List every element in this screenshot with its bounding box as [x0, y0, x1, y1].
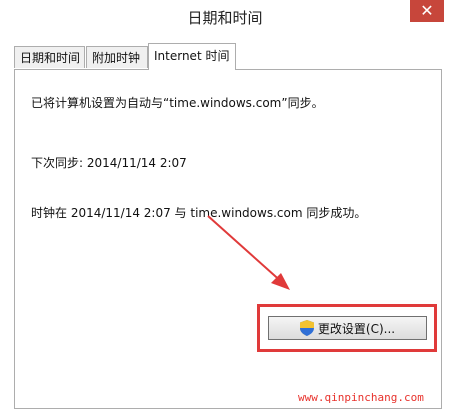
- tab-additional-clocks[interactable]: 附加时钟: [86, 46, 148, 68]
- sync-status-text: 已将计算机设置为自动与“time.windows.com”同步。: [31, 96, 324, 110]
- date-time-dialog: 日期和时间 ✕ 日期和时间 附加时钟 Internet 时间 已将计算机设置为自…: [0, 0, 450, 417]
- internet-time-panel: 已将计算机设置为自动与“time.windows.com”同步。 下次同步: 2…: [14, 69, 442, 409]
- window-title: 日期和时间: [187, 9, 263, 27]
- close-button[interactable]: ✕: [410, 0, 444, 22]
- change-settings-button[interactable]: 更改设置(C)...: [268, 316, 427, 340]
- change-settings-label: 更改设置(C)...: [317, 321, 396, 336]
- close-icon: ✕: [420, 1, 434, 20]
- watermark-text: www.qinpinchang.com: [298, 391, 424, 404]
- title-bar: 日期和时间 ✕: [0, 0, 450, 34]
- last-sync-result-text: 时钟在 2014/11/14 2:07 与 time.windows.com 同…: [31, 206, 367, 220]
- uac-shield-icon: [299, 320, 314, 336]
- tab-date-time[interactable]: 日期和时间: [14, 46, 85, 68]
- next-sync-text: 下次同步: 2014/11/14 2:07: [31, 156, 187, 170]
- tab-internet-time[interactable]: Internet 时间: [148, 43, 236, 70]
